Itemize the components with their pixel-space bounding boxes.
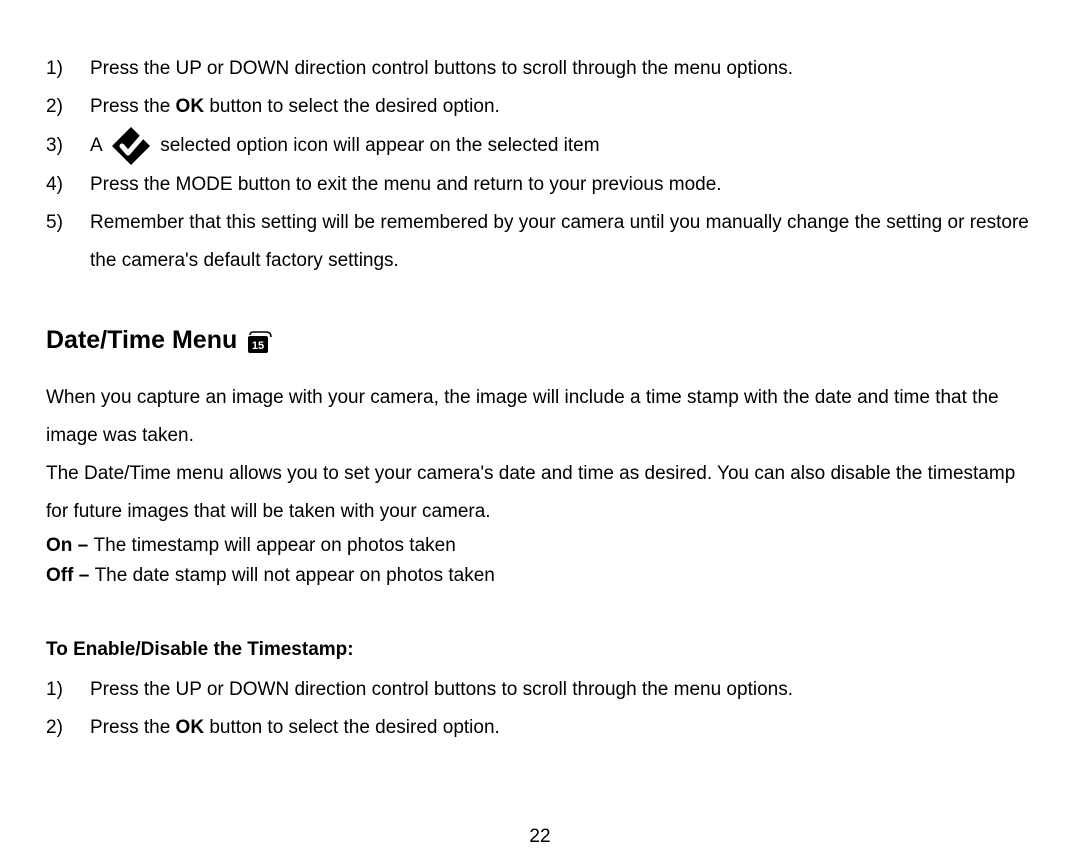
- item-text: A selected option icon will appear on th…: [90, 126, 1034, 166]
- manual-page: 1) Press the UP or DOWN direction contro…: [0, 0, 1080, 864]
- text-pre: Press the: [90, 96, 176, 117]
- item-number: 2): [46, 88, 90, 126]
- list-item: 1) Press the UP or DOWN direction contro…: [46, 50, 1034, 88]
- list-item: 5) Remember that this setting will be re…: [46, 204, 1034, 280]
- text-post: selected option icon will appear on the …: [160, 135, 599, 156]
- option-desc: The date stamp will not appear on photos…: [95, 565, 495, 586]
- item-number: 5): [46, 204, 90, 242]
- text-bold: OK: [176, 96, 205, 117]
- option-desc: The timestamp will appear on photos take…: [94, 535, 456, 556]
- item-number: 1): [46, 50, 90, 88]
- item-number: 3): [46, 127, 90, 165]
- instruction-list-2: 1) Press the UP or DOWN direction contro…: [46, 671, 1034, 747]
- option-on: On – The timestamp will appear on photos…: [46, 531, 1034, 561]
- instruction-list-1: 1) Press the UP or DOWN direction contro…: [46, 50, 1034, 280]
- paragraph: When you capture an image with your came…: [46, 379, 1034, 455]
- item-text: Press the OK button to select the desire…: [90, 709, 1034, 747]
- item-number: 1): [46, 671, 90, 709]
- section-heading: Date/Time Menu: [46, 326, 237, 355]
- calendar-icon: 15: [247, 329, 273, 355]
- list-item: 1) Press the UP or DOWN direction contro…: [46, 671, 1034, 709]
- option-label: On –: [46, 535, 94, 556]
- svg-text:15: 15: [252, 340, 264, 352]
- text-pre: A: [90, 135, 107, 156]
- subsection-heading: To Enable/Disable the Timestamp:: [46, 635, 1034, 665]
- item-text: Remember that this setting will be remem…: [90, 204, 1034, 280]
- list-item: 2) Press the OK button to select the des…: [46, 88, 1034, 126]
- option-label: Off –: [46, 565, 95, 586]
- text-post: button to select the desired option.: [204, 717, 500, 738]
- item-text: Press the MODE button to exit the menu a…: [90, 166, 1034, 204]
- text-post: button to select the desired option.: [204, 96, 500, 117]
- item-text: Press the OK button to select the desire…: [90, 88, 1034, 126]
- item-text: Press the UP or DOWN direction control b…: [90, 50, 1034, 88]
- page-number: 22: [0, 826, 1080, 848]
- list-item: 4) Press the MODE button to exit the men…: [46, 166, 1034, 204]
- list-item: 3) A selected option icon will appear on…: [46, 126, 1034, 166]
- paragraph: The Date/Time menu allows you to set you…: [46, 455, 1034, 531]
- item-number: 4): [46, 166, 90, 204]
- text-bold: OK: [176, 717, 205, 738]
- option-off: Off – The date stamp will not appear on …: [46, 561, 1034, 591]
- checkmark-icon: [111, 126, 151, 166]
- text-pre: Press the: [90, 717, 176, 738]
- section-heading-row: Date/Time Menu 15: [46, 326, 1034, 355]
- item-text: Press the UP or DOWN direction control b…: [90, 671, 1034, 709]
- list-item: 2) Press the OK button to select the des…: [46, 709, 1034, 747]
- item-number: 2): [46, 709, 90, 747]
